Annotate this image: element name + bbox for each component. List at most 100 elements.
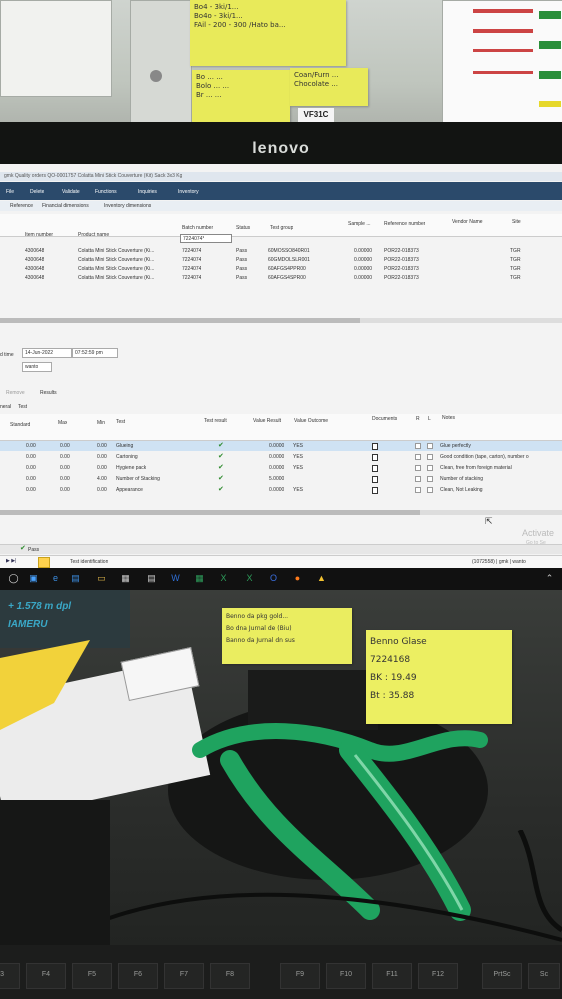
col-test[interactable]: Test: [116, 419, 125, 425]
checkbox-l[interactable]: [427, 476, 433, 482]
document-icon[interactable]: [372, 465, 378, 472]
key-scroll[interactable]: Sc: [528, 963, 560, 989]
col-value-outcome[interactable]: Value Outcome: [294, 418, 328, 424]
checkbox-r[interactable]: [415, 476, 421, 482]
chart-app-icon[interactable]: ▲: [316, 573, 327, 584]
key-f6[interactable]: F6: [118, 963, 158, 989]
col-standard[interactable]: Standard: [10, 422, 30, 428]
banner-text: + 1.578 m dpl IAMERU: [8, 601, 72, 630]
col-notes[interactable]: Notes: [442, 415, 455, 421]
edit-icon[interactable]: [38, 557, 50, 568]
tab-test[interactable]: Test: [18, 404, 27, 410]
key-prtsc[interactable]: PrtSc: [482, 963, 522, 989]
table-row[interactable]: 4300648 Colatta Mini Stick Couverture (K…: [0, 275, 562, 283]
col-test-result[interactable]: Test result: [204, 418, 227, 424]
nav-first-icon[interactable]: ▶ ▶|: [6, 558, 16, 564]
outlook-icon[interactable]: O: [268, 573, 279, 584]
col-batch-number[interactable]: Batch number: [182, 225, 213, 231]
key-f3[interactable]: F3: [0, 963, 20, 989]
word-icon[interactable]: W: [170, 573, 181, 584]
col-max[interactable]: Max: [58, 420, 67, 426]
checkbox-l[interactable]: [427, 487, 433, 493]
menu-inventory[interactable]: Inventory: [178, 189, 199, 195]
batch-filter-input[interactable]: 7224074*: [180, 234, 232, 243]
edge-icon[interactable]: e: [50, 573, 61, 584]
key-f12[interactable]: F12: [418, 963, 458, 989]
check-icon: ✔: [218, 442, 224, 449]
key-f9[interactable]: F9: [280, 963, 320, 989]
results-grid-header: Standard Max Min Test Test result Value …: [0, 414, 562, 441]
calculator-icon[interactable]: ▦: [120, 573, 131, 584]
bolt-icon: [150, 70, 162, 82]
menu-file[interactable]: File: [6, 189, 14, 195]
excel-2-icon[interactable]: X: [244, 573, 255, 584]
pc-tower: [0, 800, 110, 950]
app-icon[interactable]: ▤: [146, 573, 157, 584]
mouse-cursor-icon: ⇱: [485, 516, 493, 526]
table-row[interactable]: 0.00 0.00 0.00 Appearance ✔ 0.0000 YES C…: [0, 485, 562, 495]
checkbox-r[interactable]: [415, 443, 421, 449]
date-field[interactable]: 14-Jun-2022: [22, 348, 72, 358]
table-row[interactable]: 0.00 0.00 0.00 Hygiene pack ✔ 0.0000 YES…: [0, 463, 562, 473]
checkbox-l[interactable]: [427, 454, 433, 460]
results-button[interactable]: Results: [40, 390, 57, 396]
table-row[interactable]: 4300648 Colatta Mini Stick Couverture (K…: [0, 248, 562, 256]
status-bar-bottom: ▶ ▶| Test identification (1072558) | gmk…: [0, 555, 562, 568]
document-icon[interactable]: [372, 443, 378, 450]
table-row[interactable]: 0.00 0.00 0.00 Cartoning ✔ 0.0000 YES Go…: [0, 452, 562, 462]
firefox-icon[interactable]: ●: [292, 573, 303, 584]
col-vendor-name[interactable]: Vendor Name: [452, 219, 483, 225]
document-icon[interactable]: [372, 487, 378, 494]
key-f7[interactable]: F7: [164, 963, 204, 989]
document-icon[interactable]: [372, 476, 378, 483]
notification-icon[interactable]: ⌃: [544, 573, 555, 584]
col-reference-number[interactable]: Reference number: [384, 221, 425, 227]
document-icon[interactable]: [372, 454, 378, 461]
worker-field[interactable]: wanto: [22, 362, 52, 372]
remove-button[interactable]: Remove: [6, 390, 25, 396]
status-test-identification: Test identification: [70, 559, 109, 565]
tab-inventory-dimensions[interactable]: Inventory dimensions: [104, 203, 151, 209]
col-l[interactable]: L: [428, 416, 431, 422]
col-status[interactable]: Status: [236, 225, 250, 231]
menu-functions[interactable]: Functions: [95, 189, 117, 195]
col-test-group[interactable]: Test group: [270, 225, 293, 231]
tab-reference[interactable]: Reference: [10, 203, 33, 209]
menu-delete[interactable]: Delete: [30, 189, 44, 195]
checkbox-r[interactable]: [415, 454, 421, 460]
store-icon[interactable]: ▤: [70, 573, 81, 584]
menu-inquiries[interactable]: Inquiries: [138, 189, 157, 195]
file-explorer-icon[interactable]: ▭: [96, 573, 107, 584]
col-site[interactable]: Site: [512, 219, 521, 225]
table-row[interactable]: 4300648 Colatta Mini Stick Couverture (K…: [0, 257, 562, 265]
excel-icon[interactable]: X: [218, 573, 229, 584]
search-icon[interactable]: ◯: [8, 573, 19, 584]
col-value-result[interactable]: Value Result: [253, 418, 281, 424]
col-r[interactable]: R: [416, 416, 420, 422]
col-item-number[interactable]: Item number: [25, 232, 53, 238]
checkbox-r[interactable]: [415, 487, 421, 493]
key-f11[interactable]: F11: [372, 963, 412, 989]
time-field[interactable]: 07:52:59 pm: [72, 348, 118, 358]
key-f8[interactable]: F8: [210, 963, 250, 989]
col-min[interactable]: Min: [97, 420, 105, 426]
checkbox-l[interactable]: [427, 465, 433, 471]
results-scrollbar[interactable]: [0, 510, 562, 515]
col-documents[interactable]: Documents: [372, 416, 397, 422]
checkbox-l[interactable]: [427, 443, 433, 449]
table-row[interactable]: 0.00 0.00 4.00 Number of Stacking ✔ 5.00…: [0, 474, 562, 484]
tab-general[interactable]: neral: [0, 404, 11, 410]
key-f4[interactable]: F4: [26, 963, 66, 989]
tab-financial-dimensions[interactable]: Financial dimensions: [42, 203, 89, 209]
task-view-icon[interactable]: ▣: [28, 573, 39, 584]
checkbox-r[interactable]: [415, 465, 421, 471]
table-row[interactable]: 4300648 Colatta Mini Stick Couverture (K…: [0, 266, 562, 274]
key-f10[interactable]: F10: [326, 963, 366, 989]
key-f5[interactable]: F5: [72, 963, 112, 989]
horizontal-scrollbar[interactable]: [0, 318, 562, 323]
table-row-selected[interactable]: 0.00 0.00 0.00 Glueing ✔ 0.0000 YES Glue…: [0, 441, 562, 451]
sheet-icon[interactable]: ▦: [194, 573, 205, 584]
col-product-name[interactable]: Product name: [78, 232, 109, 238]
menu-validate[interactable]: Validate: [62, 189, 80, 195]
col-sample[interactable]: Sample ...: [348, 221, 371, 227]
